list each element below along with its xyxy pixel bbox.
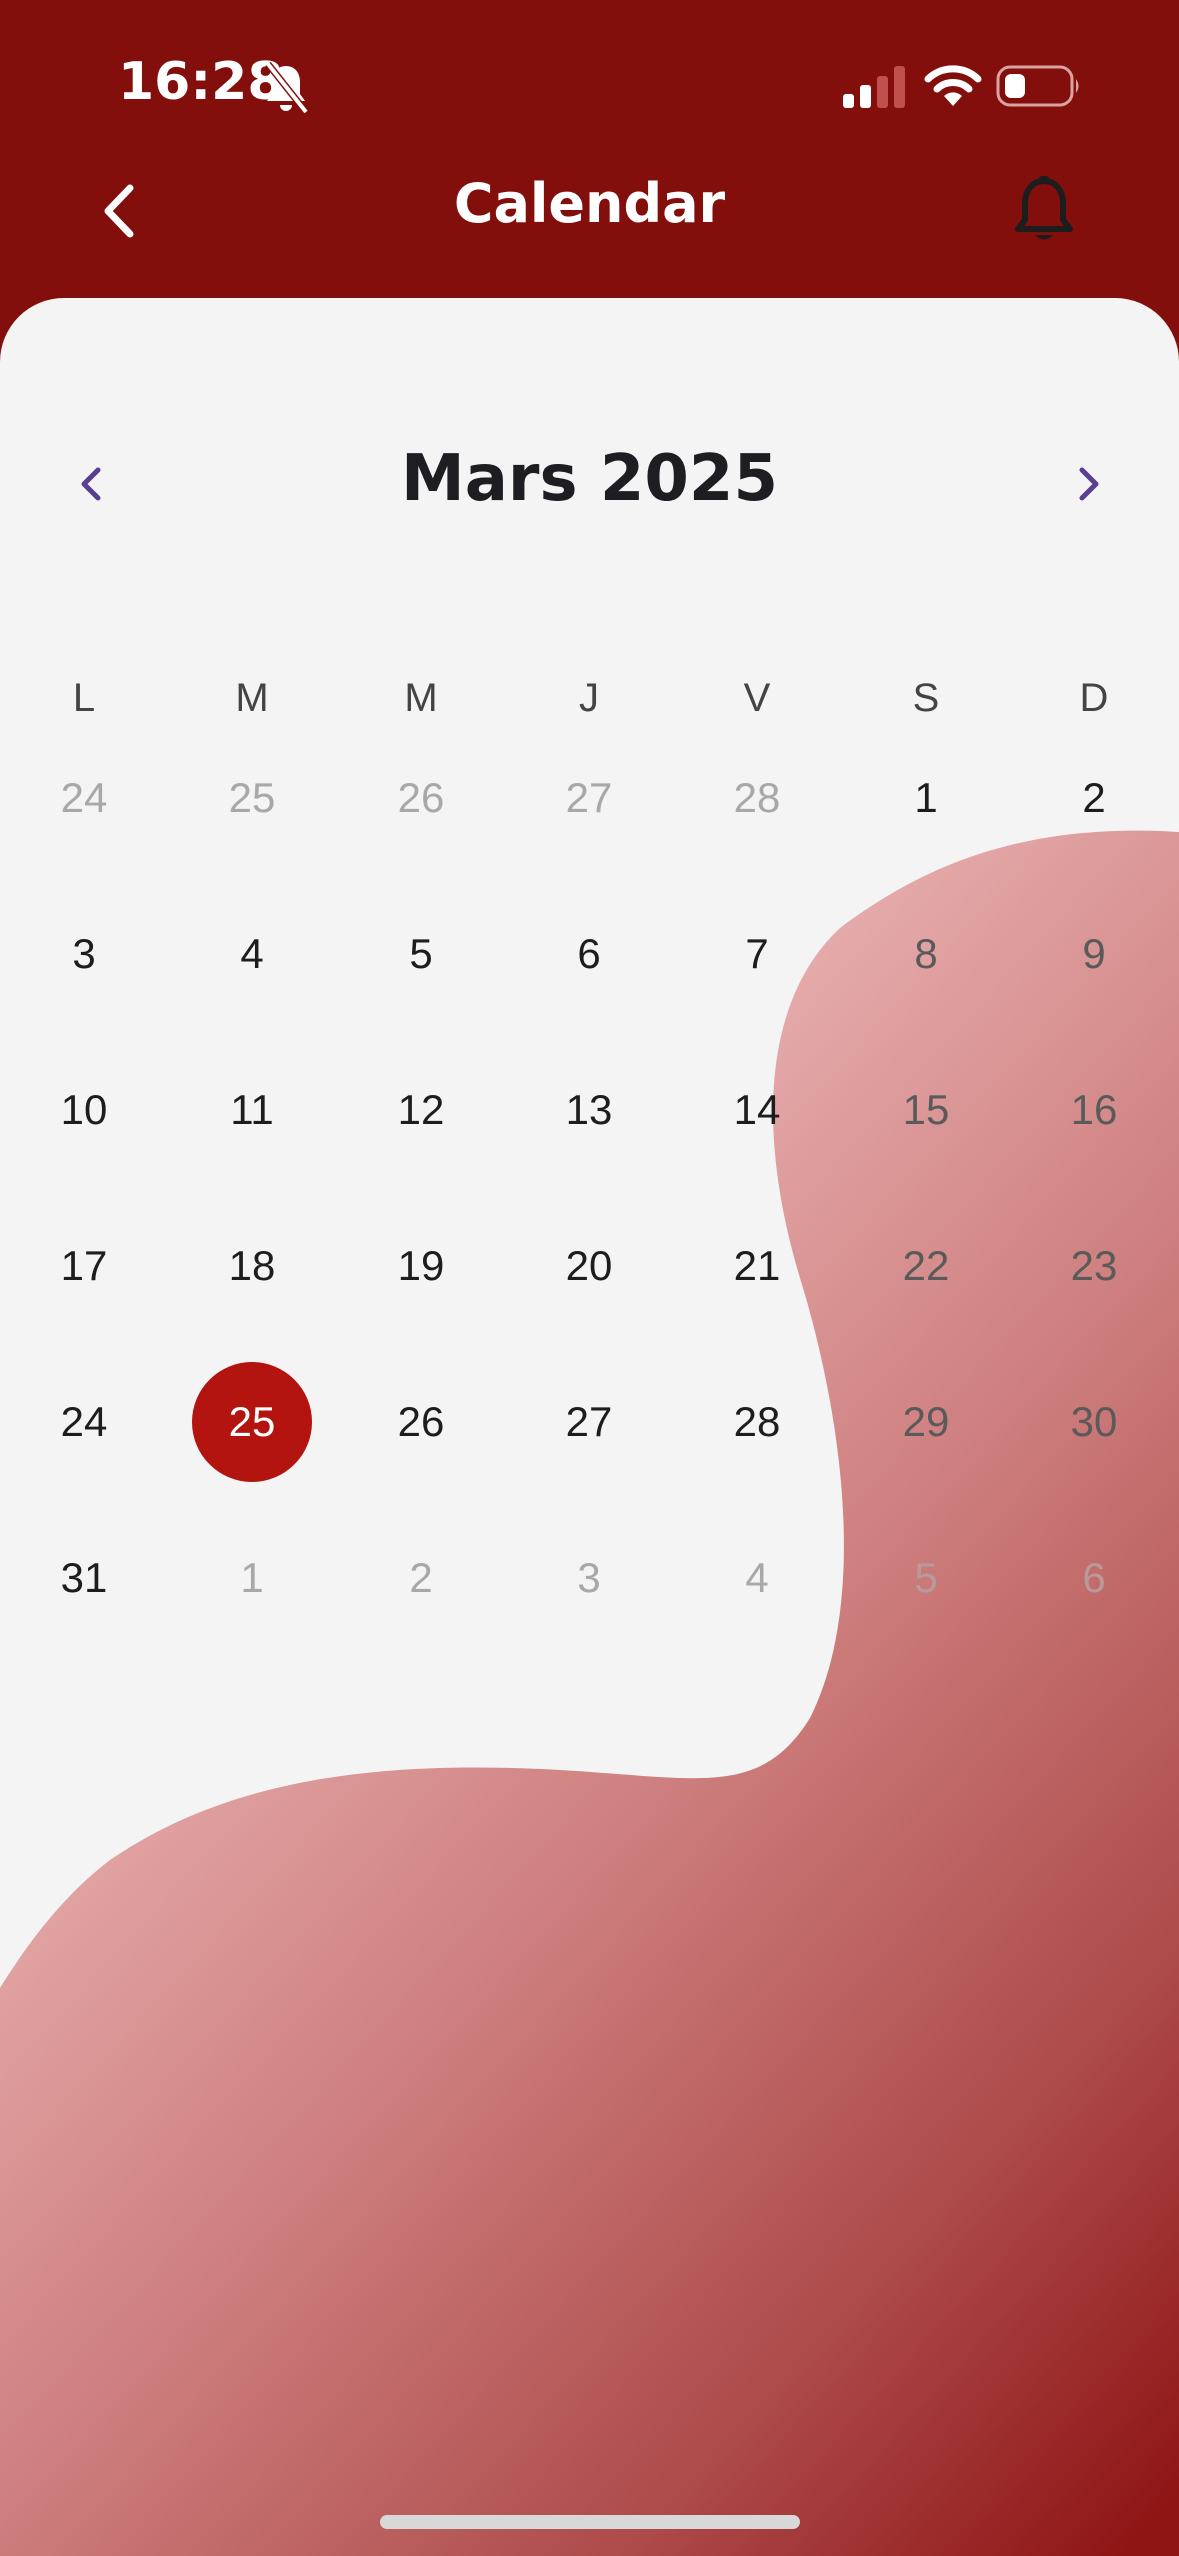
calendar-grid: 24 25 26 27 28 1 2 3 4 5 6 7 8 9 10 11 1… [0,298,1179,1698]
calendar-day[interactable]: 26 [361,738,481,858]
calendar-sheet: Mars 2025 L M M J V S D 24 25 26 27 28 1… [0,298,1179,2556]
calendar-day[interactable]: 28 [697,738,817,858]
calendar-day[interactable]: 15 [866,1050,986,1170]
calendar-day[interactable]: 2 [361,1518,481,1638]
bell-slash-icon [265,61,309,115]
calendar-day[interactable]: 7 [697,894,817,1014]
calendar-day[interactable]: 6 [1034,1518,1154,1638]
calendar-day[interactable]: 27 [529,1362,649,1482]
calendar-day[interactable]: 14 [697,1050,817,1170]
bell-icon[interactable] [1010,176,1078,248]
calendar-day[interactable]: 12 [361,1050,481,1170]
calendar-day[interactable]: 11 [192,1050,312,1170]
calendar-day[interactable]: 3 [529,1518,649,1638]
calendar-day[interactable]: 27 [529,738,649,858]
calendar-day[interactable]: 17 [24,1206,144,1326]
calendar-day[interactable]: 4 [192,894,312,1014]
page-title: Calendar [453,172,726,235]
calendar-day[interactable]: 25 [192,738,312,858]
selected-day[interactable]: 25 [192,1362,312,1482]
calendar-day[interactable]: 30 [1034,1362,1154,1482]
home-indicator[interactable] [380,2515,800,2529]
calendar-day[interactable]: 23 [1034,1206,1154,1326]
calendar-day[interactable]: 13 [529,1050,649,1170]
calendar-day[interactable]: 21 [697,1206,817,1326]
calendar-day[interactable]: 4 [697,1518,817,1638]
status-time: 16:28 [118,52,284,112]
calendar-day[interactable]: 10 [24,1050,144,1170]
status-bar: 16:28 [0,0,1179,170]
calendar-day[interactable]: 2 [1034,738,1154,858]
calendar-day[interactable]: 31 [24,1518,144,1638]
calendar-day[interactable]: 1 [866,738,986,858]
calendar-day[interactable]: 24 [24,738,144,858]
calendar-day[interactable]: 5 [361,894,481,1014]
calendar-day[interactable]: 20 [529,1206,649,1326]
cellular-signal-icon [843,66,905,108]
calendar-day[interactable]: 19 [361,1206,481,1326]
calendar-day[interactable]: 24 [24,1362,144,1482]
wifi-icon [924,65,982,106]
calendar-day[interactable]: 8 [866,894,986,1014]
calendar-day[interactable]: 3 [24,894,144,1014]
calendar-day[interactable]: 18 [192,1206,312,1326]
calendar-day[interactable]: 6 [529,894,649,1014]
calendar-day[interactable]: 1 [192,1518,312,1638]
calendar-day[interactable]: 9 [1034,894,1154,1014]
battery-icon [996,65,1079,107]
calendar-day[interactable]: 16 [1034,1050,1154,1170]
calendar-day[interactable]: 29 [866,1362,986,1482]
calendar-day[interactable]: 28 [697,1362,817,1482]
calendar-day[interactable]: 26 [361,1362,481,1482]
calendar-day[interactable]: 22 [866,1206,986,1326]
calendar-day[interactable]: 5 [866,1518,986,1638]
